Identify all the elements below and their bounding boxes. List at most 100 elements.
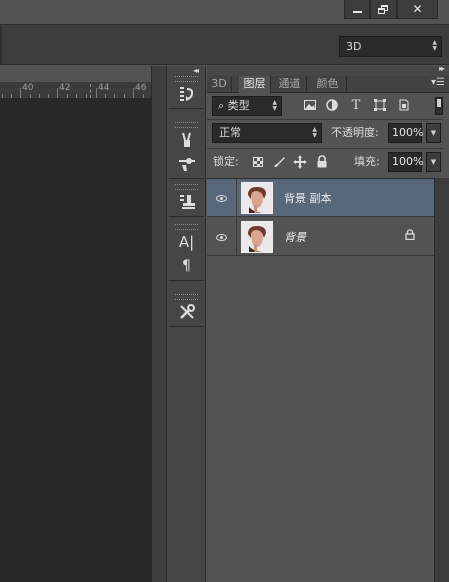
horizontal-ruler: 40 42 44 46: [0, 82, 151, 99]
group-divider: [169, 280, 204, 281]
group-divider: [169, 178, 204, 179]
eye-icon: [216, 194, 227, 202]
lock-all-icon[interactable]: [315, 155, 329, 169]
paragraph-panel-button[interactable]: ¶: [169, 254, 204, 278]
lock-fill-row: 锁定: 填充: 100% ▼: [207, 150, 449, 174]
ruler-tick: [143, 94, 144, 98]
opacity-slider-button[interactable]: ▼: [426, 123, 441, 143]
character-panel-button[interactable]: A|: [169, 230, 204, 254]
select-updown-icon: ▲ ▼: [312, 126, 317, 139]
history-panel-button[interactable]: [169, 82, 204, 106]
ruler-tick: [124, 94, 125, 98]
clone-source-icon: [179, 195, 195, 209]
layer-visibility-toggle[interactable]: [207, 218, 237, 256]
brush-presets-icon: [181, 132, 191, 147]
type-filter-icon[interactable]: T: [349, 99, 363, 113]
opacity-label: 不透明度:: [331, 126, 379, 139]
workspace-mode-select[interactable]: 3D ▲ ▼: [339, 36, 442, 57]
restore-icon: [378, 4, 389, 14]
panel-group-tools: [169, 294, 204, 327]
fill-label: 填充:: [354, 155, 380, 168]
layer-thumbnail: [241, 182, 273, 214]
image-filter-icon[interactable]: [303, 99, 317, 113]
group-divider: [169, 216, 204, 217]
character-icon: A|: [178, 233, 195, 251]
collapse-panel-icon[interactable]: ▸▸: [439, 64, 445, 73]
tab-color[interactable]: 颜色: [309, 76, 347, 93]
adjustment-filter-icon[interactable]: [325, 99, 339, 113]
layer-visibility-toggle[interactable]: [207, 179, 237, 217]
filter-kind-value: 类型: [227, 99, 250, 112]
close-icon: ✕: [412, 2, 423, 16]
ruler-tick: [57, 88, 58, 98]
ruler-tick: [86, 94, 87, 98]
layer-row[interactable]: 背景 副本: [207, 179, 434, 217]
options-bar-divider: [0, 25, 2, 64]
ruler-tick: [96, 88, 97, 98]
history-brush-icon: [179, 87, 193, 101]
ruler-tick: [2, 94, 3, 98]
layer-filter-row: ⌕ 类型 ▲ ▼ T: [207, 94, 449, 118]
smart-object-filter-icon[interactable]: [397, 99, 411, 113]
row-divider: [207, 148, 443, 149]
app-titlebar: ✕: [0, 0, 449, 24]
restore-button[interactable]: [370, 0, 397, 19]
brush-settings-button[interactable]: [169, 152, 204, 176]
ruler-tick: [67, 94, 68, 98]
paragraph-icon: ¶: [182, 258, 191, 274]
blend-mode-select[interactable]: 正常 ▲ ▼: [212, 123, 322, 143]
panel-group-type: A| ¶: [169, 224, 204, 281]
workspace-mode-value: 3D: [346, 40, 362, 53]
tab-3d[interactable]: 3D: [207, 76, 232, 93]
ruler-tick: [114, 94, 115, 98]
layer-name[interactable]: 背景 副本: [284, 190, 332, 206]
ruler-tick-label: 42: [59, 83, 71, 93]
panel-menu-icon[interactable]: ▾☰: [431, 76, 445, 90]
layer-row[interactable]: 背景: [207, 218, 434, 256]
ruler-tick-label: 46: [135, 83, 147, 93]
layers-scrollbar[interactable]: [434, 178, 449, 582]
layers-list: 背景 副本 背景: [207, 178, 434, 582]
layer-thumbnail: [241, 221, 273, 253]
panel-header-bar: ▸▸: [207, 64, 449, 76]
lock-label: 锁定:: [213, 155, 239, 168]
close-button[interactable]: ✕: [397, 0, 438, 19]
blend-opacity-row: 正常 ▲ ▼ 不透明度: 100% ▼: [207, 121, 449, 146]
lock-transparent-icon[interactable]: [251, 155, 265, 169]
filter-toggle-switch[interactable]: [435, 97, 443, 115]
tab-channels[interactable]: 通道: [273, 76, 307, 93]
filter-kind-select[interactable]: ⌕ 类型 ▲ ▼: [212, 96, 282, 116]
ruler-tick: [105, 94, 106, 98]
search-icon: ⌕: [218, 99, 225, 112]
shape-filter-icon[interactable]: [373, 99, 387, 113]
canvas-panel-divider[interactable]: [151, 66, 167, 582]
layer-name[interactable]: 背景: [284, 229, 306, 245]
brush-presets-button[interactable]: [169, 128, 204, 152]
fill-slider-button[interactable]: ▼: [426, 152, 441, 172]
tool-presets-button[interactable]: [169, 300, 204, 324]
row-divider: [207, 119, 443, 120]
tab-layers[interactable]: 图层: [239, 76, 271, 94]
panel-group-brush: [169, 122, 204, 179]
panel-group-history: [169, 76, 204, 109]
collapsed-panel-strip: ◂◂ A| ¶: [167, 66, 206, 582]
select-updown-icon: ▲ ▼: [432, 39, 437, 52]
fill-input[interactable]: 100%: [388, 152, 423, 172]
lock-position-icon[interactable]: [293, 155, 307, 169]
minimize-icon: [352, 10, 362, 13]
lock-image-icon[interactable]: [272, 155, 286, 169]
brush-settings-icon: [178, 158, 195, 171]
chevron-down-icon: ▼: [430, 158, 437, 166]
ruler-tick-label: 40: [22, 83, 34, 93]
opacity-input[interactable]: 100%: [388, 123, 423, 143]
ruler-tick-label: 44: [98, 83, 110, 93]
ruler-tick: [48, 94, 49, 98]
minimize-button[interactable]: [344, 0, 370, 19]
blend-mode-value: 正常: [219, 126, 241, 139]
options-bar: 3D ▲ ▼: [0, 24, 449, 65]
clone-source-button[interactable]: [169, 190, 204, 214]
panel-tabs: 3D 图层 通道 颜色 ▾☰: [207, 76, 449, 94]
document-canvas[interactable]: [0, 99, 151, 582]
layer-lock-icon[interactable]: [405, 229, 415, 243]
collapse-strip-icon[interactable]: ◂◂: [193, 66, 199, 75]
